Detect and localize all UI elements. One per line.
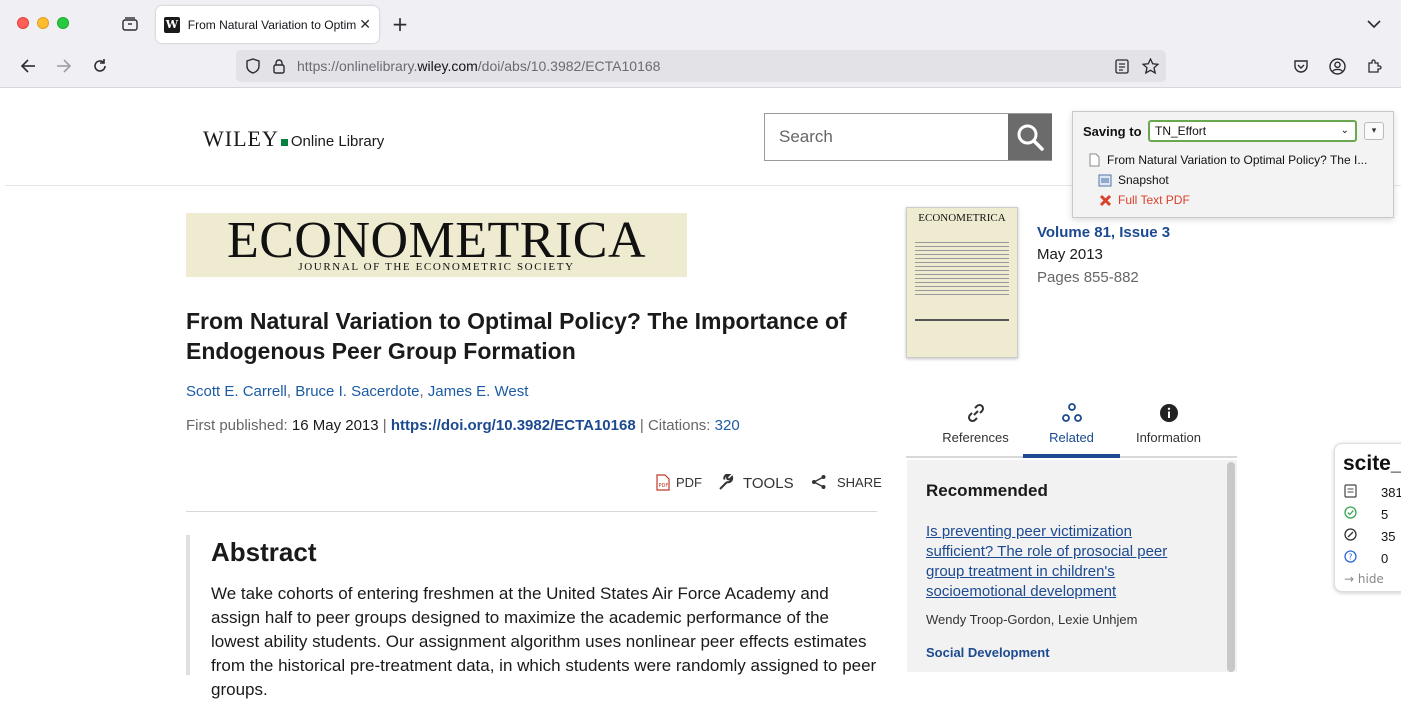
author-link[interactable]: James E. West — [428, 383, 529, 400]
reader-view-icon[interactable] — [1113, 57, 1131, 75]
recommended-panel: Recommended Is preventing peer victimiza… — [907, 460, 1237, 672]
scite-supporting-row: 5 — [1344, 506, 1388, 522]
error-x-icon — [1098, 193, 1112, 207]
journal-name: ECONOMETRICA — [226, 212, 647, 269]
recommended-heading: Recommended — [926, 481, 1048, 500]
scite-hide-link[interactable]: → hide — [1344, 572, 1384, 586]
recommended-authors: Wendy Troop-Gordon, Lexie Unhjem — [926, 612, 1138, 627]
browser-chrome: W From Natural Variation to Optim ✕ + ht… — [0, 0, 1401, 88]
site-search — [764, 113, 1052, 161]
author-link[interactable]: Bruce I. Sacerdote — [295, 383, 419, 400]
abstract-heading: Abstract — [211, 537, 317, 567]
bookmark-star-icon[interactable] — [1141, 57, 1159, 75]
share-icon — [812, 475, 826, 489]
expand-button[interactable]: ▾ — [1364, 122, 1384, 140]
check-circle-icon — [1344, 506, 1358, 522]
issue-volume-link[interactable]: Volume 81, Issue 3 — [1037, 224, 1170, 241]
nav-bar: https://onlinelibrary.wiley.com/doi/abs/… — [0, 46, 1401, 88]
url-text[interactable]: https://onlinelibrary.wiley.com/doi/abs/… — [297, 58, 660, 74]
tab-related[interactable]: Related — [1023, 400, 1120, 458]
url-bar[interactable]: https://onlinelibrary.wiley.com/doi/abs/… — [236, 50, 1166, 82]
recommended-journal[interactable]: Social Development — [926, 645, 1050, 660]
tab-list-chevron-icon[interactable] — [1364, 14, 1384, 34]
forward-arrow-icon[interactable] — [54, 56, 74, 76]
zotero-save-popup: Saving to TN_Effort ⌄ ▾ From Natural Var… — [1072, 111, 1394, 218]
issue-cover[interactable]: ECONOMETRICA — [906, 207, 1018, 358]
pdf-button[interactable]: PDF PDF — [656, 474, 702, 491]
tab-close-icon[interactable]: ✕ — [359, 17, 371, 33]
document-icon — [1087, 153, 1101, 167]
pdf-icon: PDF — [656, 474, 670, 491]
actions-divider — [186, 511, 877, 512]
search-button[interactable] — [1008, 114, 1052, 160]
wiley-favicon-icon: W — [164, 16, 180, 33]
minimize-window-button[interactable] — [37, 17, 49, 29]
lock-icon[interactable] — [270, 57, 288, 75]
scite-contrasting-row: ? 0 — [1344, 550, 1388, 566]
saving-to-label: Saving to — [1083, 124, 1142, 139]
svg-text:?: ? — [1348, 553, 1352, 562]
reload-icon[interactable] — [90, 56, 110, 76]
abstract-text: We take cohorts of entering freshmen at … — [211, 584, 877, 699]
tab-strip: W From Natural Variation to Optim ✕ + — [0, 0, 1401, 46]
abstract-section: Abstract We take cohorts of entering fre… — [186, 535, 886, 699]
zotero-attachment-pdf[interactable]: Full Text PDF — [1098, 193, 1190, 207]
tab-active[interactable]: W From Natural Variation to Optim ✕ — [156, 6, 379, 43]
author-list: Scott E. Carrell, Bruce I. Sacerdote, Ja… — [186, 383, 529, 400]
related-icon — [1023, 400, 1120, 426]
question-circle-icon: ? — [1344, 550, 1358, 566]
tracking-shield-icon[interactable] — [244, 57, 262, 75]
publication-meta: First published: 16 May 2013 | https://d… — [186, 417, 740, 434]
new-tab-button[interactable]: + — [390, 12, 410, 36]
first-published-date: 16 May 2013 — [291, 417, 379, 434]
zoom-window-button[interactable] — [57, 17, 69, 29]
sidebar-tabs: References Related Information — [906, 400, 1237, 458]
article-title: From Natural Variation to Optimal Policy… — [186, 308, 847, 364]
recommended-article-link[interactable]: Is preventing peer victimization suffici… — [926, 522, 1188, 602]
chevron-down-icon: ⌄ — [1340, 125, 1349, 136]
first-published-label: First published: — [186, 417, 288, 434]
tab-overview-icon[interactable] — [120, 15, 140, 33]
recommended-scrollbar[interactable] — [1227, 462, 1235, 672]
journal-banner[interactable]: ECONOMETRICA JOURNAL OF THE ECONOMETRIC … — [186, 213, 687, 277]
collection-select[interactable]: TN_Effort ⌄ — [1148, 120, 1357, 142]
zotero-attachment-snapshot[interactable]: Snapshot — [1098, 173, 1169, 187]
zotero-item[interactable]: From Natural Variation to Optimal Policy… — [1087, 153, 1387, 167]
extensions-icon[interactable] — [1364, 56, 1384, 76]
search-icon — [1017, 124, 1044, 151]
scite-mentioning-row: 35 — [1344, 528, 1395, 544]
share-button[interactable]: SHARE — [811, 474, 882, 490]
citations-count[interactable]: 320 — [715, 417, 740, 434]
svg-text:PDF: PDF — [659, 483, 669, 489]
info-icon — [1120, 400, 1217, 426]
issue-date: May 2013 — [1037, 246, 1103, 263]
scite-widget[interactable]: scite_ 381 5 35 ? 0 → hide — [1334, 443, 1401, 592]
doi-link[interactable]: https://doi.org/10.3982/ECTA10168 — [391, 417, 636, 434]
tools-button[interactable]: TOOLS — [717, 474, 794, 492]
search-input[interactable] — [765, 114, 1008, 160]
author-link[interactable]: Scott E. Carrell — [186, 383, 287, 400]
back-arrow-icon[interactable] — [18, 56, 38, 76]
citations-label: Citations: — [647, 417, 711, 434]
logo-dot — [280, 139, 288, 146]
scite-logo: scite_ — [1343, 452, 1401, 475]
tab-references[interactable]: References — [927, 400, 1024, 458]
issue-pages: Pages 855-882 — [1037, 269, 1139, 286]
cover-title: ECONOMETRICA — [918, 212, 1006, 224]
mentioning-icon — [1344, 528, 1358, 544]
wrench-icon — [719, 474, 734, 490]
close-window-button[interactable] — [17, 17, 29, 29]
link-icon — [927, 400, 1024, 426]
tab-title: From Natural Variation to Optim — [187, 17, 357, 32]
document-icon — [1344, 484, 1358, 501]
tab-information[interactable]: Information — [1120, 400, 1217, 458]
scite-total-row: 381 — [1344, 484, 1401, 501]
snapshot-icon — [1098, 173, 1112, 187]
wiley-logo[interactable]: WILEY Online Library — [203, 126, 384, 152]
account-icon[interactable] — [1327, 56, 1347, 76]
pocket-icon[interactable] — [1291, 56, 1311, 76]
